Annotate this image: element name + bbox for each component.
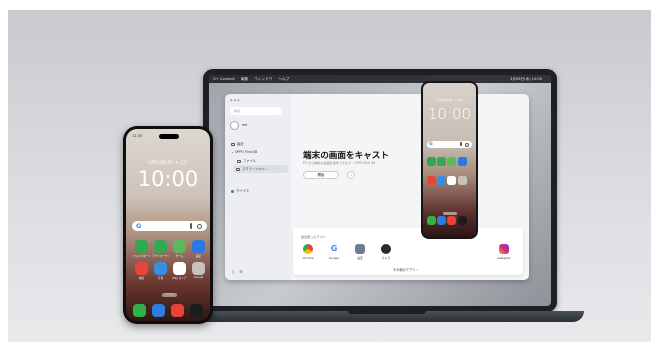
recent-apps-panel: 最近使ったアプリ Chrome G Google 設定 カメラ Instagra… <box>293 228 523 275</box>
instagram-icon <box>499 244 509 254</box>
lockscreen-clock: 10:00 <box>137 167 199 191</box>
mic-icon[interactable] <box>189 223 192 229</box>
app-grid: フォンマネージャーアプリマーケットゲーム設定 動画写真Play ストアGoogl… <box>133 240 210 284</box>
mirror-app-grid <box>427 155 474 193</box>
chrome-icon[interactable] <box>447 216 457 225</box>
page-subtitle: PC から端末の画面を操作できます · OPPO Find X8 <box>303 161 376 165</box>
lens-icon[interactable] <box>465 142 469 147</box>
app-icon[interactable] <box>457 157 467 166</box>
start-button[interactable]: 開始 <box>303 171 339 179</box>
status-time: 11:33 <box>132 134 143 138</box>
menu-help[interactable]: ヘルプ <box>278 77 289 81</box>
monitor-icon <box>236 167 240 171</box>
camera-icon <box>381 244 391 254</box>
gear-icon[interactable]: ⚙ <box>239 269 243 274</box>
user-name: me <box>242 123 248 127</box>
app-settings[interactable]: 設定 <box>190 240 207 258</box>
laptop-lid: O+ Connect 編集 ウィンドウ ヘルプ 3月28日(木) 10:00 ●… <box>203 69 557 312</box>
window-controls[interactable]: ● ● ● <box>230 98 240 102</box>
app-icon[interactable] <box>427 157 436 166</box>
search-input[interactable]: 検索 <box>230 107 282 115</box>
dock <box>133 302 210 321</box>
chrome-icon <box>303 244 313 254</box>
mirror-dock <box>427 210 474 229</box>
device-icon <box>231 189 234 193</box>
menu-window[interactable]: ウィンドウ <box>254 77 272 81</box>
mic-icon[interactable] <box>460 142 462 146</box>
chrome-icon[interactable] <box>171 304 184 317</box>
app-play-store[interactable]: Play ストア <box>171 262 188 280</box>
menu-app[interactable]: O+ Connect <box>213 77 235 81</box>
smartphone-screen[interactable]: 11:33 1月10日(月) ☀ 12° 10:00 G フォンマネージャーアプ… <box>126 129 210 321</box>
mirror-date: 1月10日(月) ☀ 12° <box>436 98 463 102</box>
settings-icon <box>355 244 365 254</box>
app-drawer-pill[interactable]: アプリ <box>162 293 177 297</box>
play-store-icon <box>173 262 186 275</box>
messages-icon[interactable] <box>152 304 165 317</box>
google-icon: G <box>329 244 339 254</box>
app-icon[interactable] <box>437 157 447 166</box>
sidebar-item-devices[interactable]: デバイス <box>231 188 249 193</box>
app-icon[interactable] <box>437 176 447 185</box>
market-icon <box>154 240 167 253</box>
app-window: ● ● ● 検索 me 最近 ⌄ OPPO Find X8 ファイル スクリーン… <box>225 94 529 280</box>
google-icon: G <box>136 222 142 230</box>
mirror-clock: 10:00 <box>427 105 472 123</box>
phone-icon[interactable] <box>133 304 146 317</box>
recent-app-instagram[interactable]: Instagram <box>493 244 515 260</box>
play-icon <box>135 262 148 275</box>
phone-icon[interactable] <box>427 216 436 225</box>
avatar[interactable] <box>230 121 239 130</box>
app-phone-manager[interactable]: フォンマネージャー <box>133 240 150 258</box>
marketing-scene: O+ Connect 編集 ウィンドウ ヘルプ 3月28日(木) 10:00 ●… <box>8 10 651 342</box>
messages-icon[interactable] <box>437 216 447 225</box>
app-market[interactable]: アプリマーケット <box>152 240 169 258</box>
smartphone: 11:33 1月10日(月) ☀ 12° 10:00 G フォンマネージャーアプ… <box>123 126 213 324</box>
menu-clock: 3月28日(木) 10:00 <box>510 77 542 81</box>
app-games[interactable]: ゲーム <box>171 240 188 258</box>
sidebar-item-screencast[interactable]: スクリーンキャ... <box>233 165 288 173</box>
app-icon[interactable] <box>427 176 436 185</box>
lockscreen-date: 1月10日(月) ☀ 12° <box>147 161 189 166</box>
other-apps-link[interactable]: その他のアプリ › <box>393 267 418 272</box>
sidebar-item-recent[interactable]: 最近 <box>231 141 244 146</box>
google-search-bar[interactable]: G <box>132 221 207 231</box>
recent-app-settings[interactable]: 設定 <box>349 244 371 260</box>
folder-icon <box>192 262 205 275</box>
sidebar-item-device[interactable]: ⌄ OPPO Find X8 <box>231 150 257 154</box>
recent-icon <box>231 142 235 146</box>
info-icon[interactable]: i <box>347 171 355 179</box>
sidebar-item-files[interactable]: ファイル <box>237 158 256 163</box>
settings-icon <box>192 240 205 253</box>
camera-icon[interactable] <box>190 304 203 317</box>
camera-island <box>159 134 179 139</box>
lens-icon[interactable] <box>197 223 202 229</box>
google-icon: G <box>429 142 433 147</box>
mirrored-phone-window[interactable]: 1月10日(月) ☀ 12° 10:00 G <box>421 81 478 239</box>
camera-icon[interactable] <box>457 216 467 225</box>
app-icon[interactable] <box>457 176 467 185</box>
menu-edit[interactable]: 編集 <box>241 77 248 81</box>
games-icon <box>173 240 186 253</box>
sidebar-footer: ▯ ⚙ <box>232 269 248 274</box>
recent-apps-title: 最近使ったアプリ <box>301 235 326 239</box>
panel-icon[interactable]: ▯ <box>232 269 234 274</box>
folder-icon <box>237 159 241 163</box>
app-icon[interactable] <box>447 176 457 185</box>
recent-app-chrome[interactable]: Chrome <box>297 244 319 260</box>
app-google-folder[interactable]: Google <box>190 262 207 279</box>
mirror-search-bar[interactable]: G <box>427 141 472 148</box>
app-photos[interactable]: 写真 <box>152 262 169 280</box>
laptop-screen: O+ Connect 編集 ウィンドウ ヘルプ 3月28日(木) 10:00 ●… <box>209 75 551 306</box>
sidebar: ● ● ● 検索 me 最近 ⌄ OPPO Find X8 ファイル スクリーン… <box>225 94 291 280</box>
laptop-hinge-notch <box>348 311 426 314</box>
app-video[interactable]: 動画 <box>133 262 150 280</box>
recent-app-google[interactable]: G Google <box>323 244 345 260</box>
shield-icon <box>135 240 148 253</box>
app-icon[interactable] <box>447 157 457 166</box>
photos-icon <box>154 262 167 275</box>
mirrored-phone-screen[interactable]: 1月10日(月) ☀ 12° 10:00 G <box>423 83 476 237</box>
menu-bar: O+ Connect 編集 ウィンドウ ヘルプ 3月28日(木) 10:00 <box>209 75 551 83</box>
recent-app-camera[interactable]: カメラ <box>375 244 397 260</box>
